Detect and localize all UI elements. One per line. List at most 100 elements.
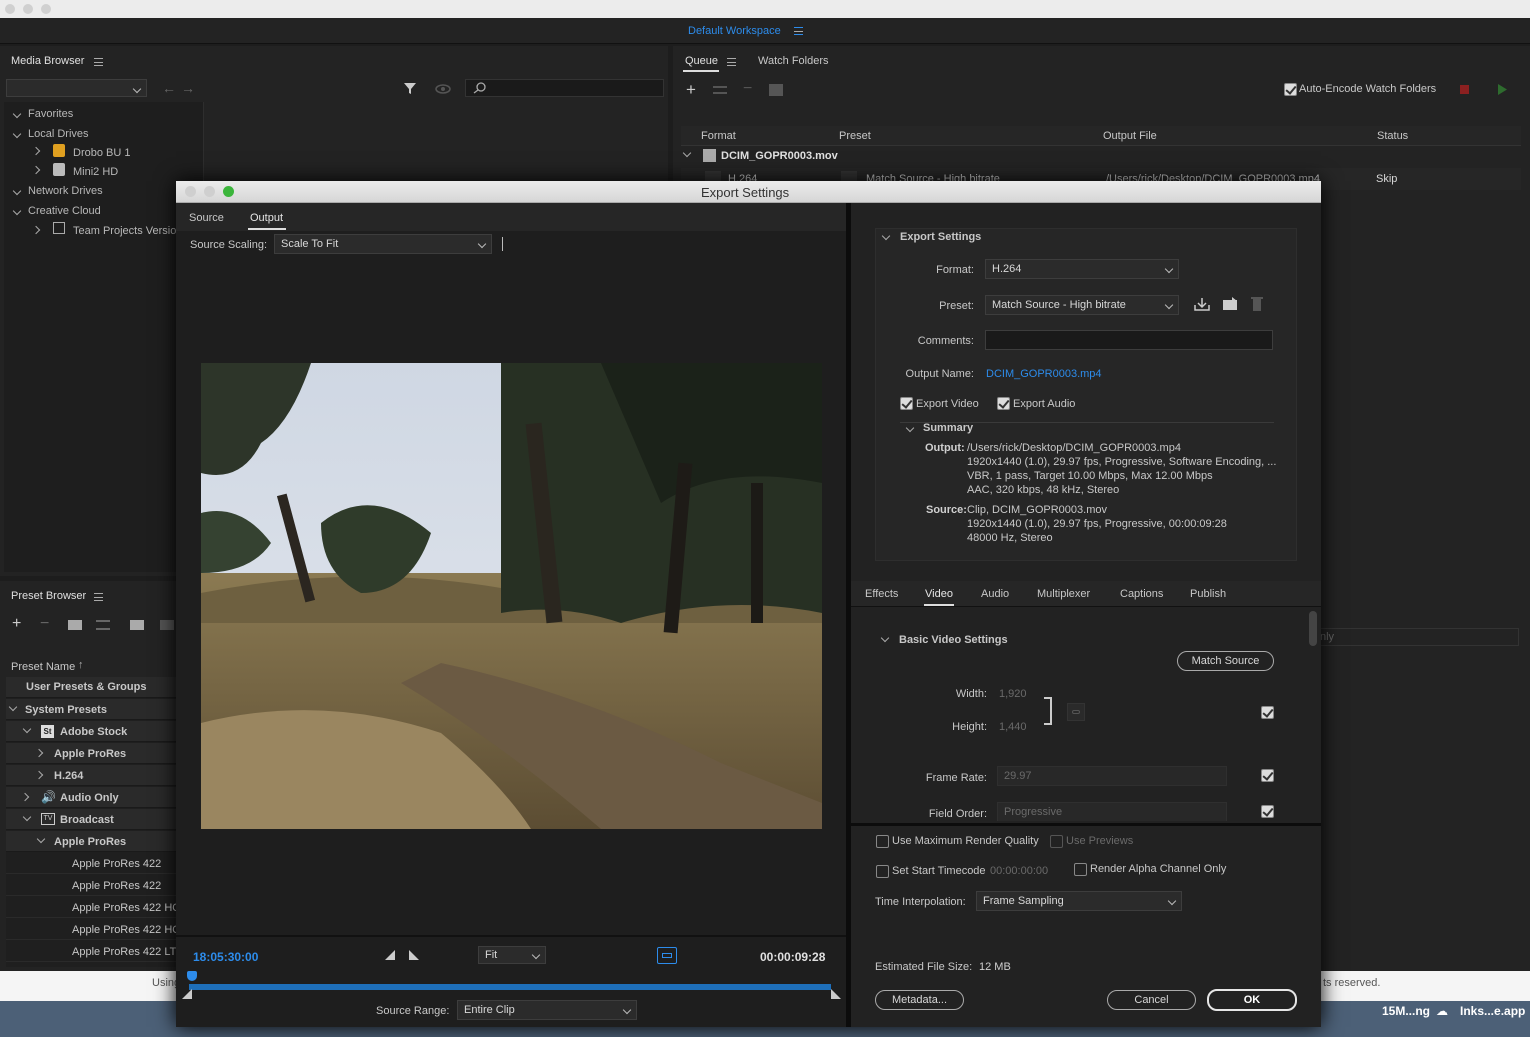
zoom-dropdown[interactable]: Fit	[478, 946, 546, 964]
export-audio-checkbox[interactable]	[997, 397, 1010, 410]
chevron-down-icon[interactable]	[8, 702, 18, 712]
remove-item-icon[interactable]: −	[743, 80, 752, 98]
set-out-point-icon[interactable]	[409, 950, 419, 960]
queue-settings-icon[interactable]	[713, 86, 727, 94]
max-render-quality-checkbox[interactable]	[876, 835, 889, 848]
tree-item-mini2[interactable]: Mini2 HD	[73, 166, 118, 178]
size-match-checkbox[interactable]	[1261, 706, 1274, 719]
stop-queue-button[interactable]	[1460, 85, 1469, 94]
dock-item-app[interactable]: Inks...e.app	[1460, 1004, 1525, 1018]
minimize-window-button[interactable]	[23, 4, 33, 14]
tree-item-network-drives[interactable]: Network Drives	[28, 185, 103, 197]
current-timecode[interactable]: 18:05:30:00	[193, 950, 258, 964]
sort-ascending-icon[interactable]: ↑	[78, 659, 84, 671]
chain-link-icon[interactable]	[1067, 703, 1085, 721]
chevron-right-icon[interactable]	[34, 748, 44, 758]
export-preset-icon[interactable]	[160, 620, 174, 630]
format-dropdown[interactable]: H.264	[985, 259, 1179, 279]
alpha-channel-checkbox[interactable]	[1074, 863, 1087, 876]
list-item[interactable]: St Adobe Stock	[6, 721, 176, 742]
chevron-down-icon[interactable]	[682, 148, 692, 158]
media-search-input[interactable]	[465, 79, 664, 97]
frame-rate-match-checkbox[interactable]	[1261, 769, 1274, 782]
new-group-icon[interactable]	[68, 620, 82, 630]
in-point-marker-icon[interactable]	[182, 989, 192, 999]
field-order-dropdown[interactable]: Progressive	[997, 802, 1227, 821]
chevron-right-icon[interactable]	[31, 165, 41, 175]
save-preset-icon[interactable]	[1194, 297, 1210, 311]
media-browser-location-dropdown[interactable]	[6, 79, 147, 97]
list-item[interactable]: Apple ProRes	[6, 743, 176, 764]
filter-icon[interactable]	[403, 82, 417, 96]
column-preset[interactable]: Preset	[839, 130, 871, 142]
list-item[interactable]: H.264	[6, 765, 176, 786]
list-item[interactable]: Apple ProRes	[6, 831, 176, 852]
close-window-button[interactable]	[5, 4, 15, 14]
chevron-down-icon[interactable]	[880, 633, 890, 643]
ok-button[interactable]: OK	[1207, 989, 1297, 1011]
chevron-down-icon[interactable]	[905, 423, 915, 433]
preset-dropdown[interactable]: Match Source - High bitrate	[985, 295, 1179, 315]
list-item[interactable]: Apple ProRes 422	[6, 875, 176, 896]
list-item[interactable]: Apple ProRes 422 HQ	[6, 919, 176, 940]
preset-browser-title[interactable]: Preset Browser	[11, 590, 86, 602]
back-arrow-icon[interactable]: ←	[162, 80, 176, 96]
duplicate-icon[interactable]	[769, 84, 783, 96]
tab-multiplexer[interactable]: Multiplexer	[1037, 588, 1090, 600]
view-icon[interactable]	[435, 83, 451, 95]
chevron-down-icon[interactable]	[22, 724, 32, 734]
chevron-down-icon[interactable]	[12, 206, 22, 216]
chevron-down-icon[interactable]	[12, 129, 22, 139]
tree-item-creative-cloud[interactable]: Creative Cloud	[28, 205, 101, 217]
media-browser-menu-icon[interactable]	[94, 58, 103, 66]
out-point-marker-icon[interactable]	[831, 989, 841, 999]
set-in-point-icon[interactable]	[385, 950, 395, 960]
chevron-down-icon[interactable]	[12, 186, 22, 196]
workspace-menu-icon[interactable]	[794, 27, 803, 35]
chevron-right-icon[interactable]	[20, 792, 30, 802]
tab-captions[interactable]: Captions	[1120, 588, 1163, 600]
add-preset-icon[interactable]: +	[12, 615, 21, 633]
list-item[interactable]: System Presets	[6, 699, 176, 720]
dialog-minimize-button[interactable]	[204, 186, 215, 197]
tab-output[interactable]: Output	[250, 212, 283, 224]
tab-effects[interactable]: Effects	[865, 588, 898, 600]
column-status[interactable]: Status	[1377, 130, 1408, 142]
width-value[interactable]: 1,920	[999, 688, 1027, 700]
source-range-dropdown[interactable]: Entire Clip	[457, 1000, 637, 1020]
chevron-down-icon[interactable]	[22, 812, 32, 822]
tab-source[interactable]: Source	[189, 212, 224, 224]
queue-item-name[interactable]: DCIM_GOPR0003.mov	[721, 150, 838, 162]
chevron-right-icon[interactable]	[31, 225, 41, 235]
list-item[interactable]: Apple ProRes 422	[6, 853, 176, 874]
field-order-match-checkbox[interactable]	[1261, 805, 1274, 818]
import-preset-icon[interactable]	[1222, 297, 1238, 311]
tab-queue[interactable]: Queue	[685, 55, 718, 67]
dock-item-downloads[interactable]: 15M...ng	[1382, 1004, 1430, 1018]
settings-scrollbar[interactable]	[1309, 611, 1317, 646]
tree-item-drobo[interactable]: Drobo BU 1	[73, 147, 130, 159]
preset-name-column-header[interactable]: Preset Name	[11, 661, 75, 673]
list-item[interactable]: Apple ProRes 422 LT	[6, 941, 176, 962]
tab-video[interactable]: Video	[925, 588, 953, 600]
chevron-right-icon[interactable]	[31, 146, 41, 156]
column-format[interactable]: Format	[701, 130, 736, 142]
output-name-link[interactable]: DCIM_GOPR0003.mp4	[986, 368, 1102, 380]
chevron-right-icon[interactable]	[34, 770, 44, 780]
list-item[interactable]: TV Broadcast	[6, 809, 176, 830]
dialog-zoom-button[interactable]	[223, 186, 234, 197]
start-timecode-value[interactable]: 00:00:00:00	[990, 865, 1048, 877]
tab-watch-folders[interactable]: Watch Folders	[758, 55, 829, 67]
preset-settings-icon[interactable]	[96, 620, 110, 630]
timeline-track[interactable]	[189, 984, 831, 990]
tab-audio[interactable]: Audio	[981, 588, 1009, 600]
chevron-down-icon[interactable]	[36, 834, 46, 844]
list-item[interactable]: Apple ProRes 422 HQ	[6, 897, 176, 918]
tree-item-team-projects[interactable]: Team Projects Versions	[73, 225, 188, 237]
start-queue-button[interactable]	[1497, 84, 1507, 95]
export-video-checkbox[interactable]	[900, 397, 913, 410]
partial-dropdown[interactable]: nly	[1309, 628, 1519, 646]
import-preset-icon[interactable]	[130, 620, 144, 630]
remove-preset-icon[interactable]: −	[40, 615, 49, 633]
forward-arrow-icon[interactable]: →	[181, 80, 195, 96]
